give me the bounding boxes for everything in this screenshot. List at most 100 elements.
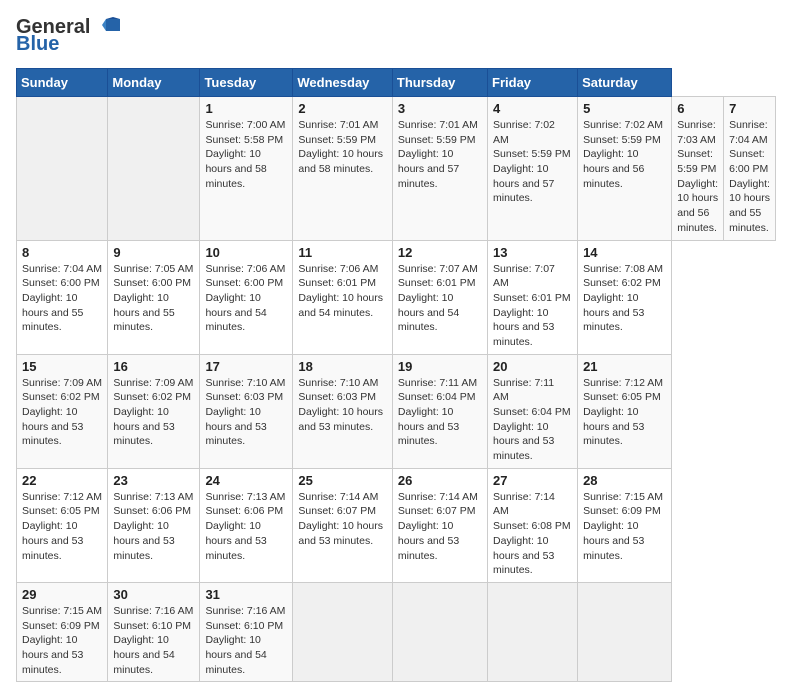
day-number: 31 xyxy=(205,587,287,602)
day-info: Sunrise: 7:02 AMSunset: 5:59 PMDaylight:… xyxy=(583,118,666,191)
calendar-cell: 24 Sunrise: 7:13 AMSunset: 6:06 PMDaylig… xyxy=(200,468,293,582)
day-info: Sunrise: 7:04 AMSunset: 6:00 PMDaylight:… xyxy=(22,262,102,335)
logo-blue: Blue xyxy=(16,33,59,56)
day-info: Sunrise: 7:15 AMSunset: 6:09 PMDaylight:… xyxy=(583,490,666,563)
day-info: Sunrise: 7:13 AMSunset: 6:06 PMDaylight:… xyxy=(205,490,287,563)
day-number: 14 xyxy=(583,245,666,260)
day-number: 22 xyxy=(22,473,102,488)
day-number: 6 xyxy=(677,101,718,116)
day-number: 4 xyxy=(493,101,572,116)
day-number: 27 xyxy=(493,473,572,488)
calendar-cell xyxy=(392,582,487,681)
calendar-cell xyxy=(578,582,672,681)
day-number: 5 xyxy=(583,101,666,116)
calendar-cell: 7 Sunrise: 7:04 AMSunset: 6:00 PMDayligh… xyxy=(724,97,776,241)
day-info: Sunrise: 7:12 AMSunset: 6:05 PMDaylight:… xyxy=(583,376,666,449)
day-number: 29 xyxy=(22,587,102,602)
logo-bird-icon xyxy=(92,17,120,39)
week-row: 15 Sunrise: 7:09 AMSunset: 6:02 PMDaylig… xyxy=(17,354,776,468)
calendar-cell: 3 Sunrise: 7:01 AMSunset: 5:59 PMDayligh… xyxy=(392,97,487,241)
day-info: Sunrise: 7:13 AMSunset: 6:06 PMDaylight:… xyxy=(113,490,194,563)
day-info: Sunrise: 7:15 AMSunset: 6:09 PMDaylight:… xyxy=(22,604,102,677)
day-info: Sunrise: 7:07 AMSunset: 6:01 PMDaylight:… xyxy=(493,262,572,350)
calendar-cell: 17 Sunrise: 7:10 AMSunset: 6:03 PMDaylig… xyxy=(200,354,293,468)
calendar-cell: 6 Sunrise: 7:03 AMSunset: 5:59 PMDayligh… xyxy=(672,97,724,241)
header: General Blue xyxy=(16,16,776,56)
calendar-cell: 28 Sunrise: 7:15 AMSunset: 6:09 PMDaylig… xyxy=(578,468,672,582)
empty-cell xyxy=(17,97,108,241)
empty-cell xyxy=(108,97,200,241)
header-cell-wednesday: Wednesday xyxy=(293,69,393,97)
calendar-table: SundayMondayTuesdayWednesdayThursdayFrid… xyxy=(16,68,776,682)
calendar-cell: 14 Sunrise: 7:08 AMSunset: 6:02 PMDaylig… xyxy=(578,240,672,354)
calendar-cell: 21 Sunrise: 7:12 AMSunset: 6:05 PMDaylig… xyxy=(578,354,672,468)
day-number: 16 xyxy=(113,359,194,374)
calendar-cell: 19 Sunrise: 7:11 AMSunset: 6:04 PMDaylig… xyxy=(392,354,487,468)
calendar-cell: 30 Sunrise: 7:16 AMSunset: 6:10 PMDaylig… xyxy=(108,582,200,681)
day-number: 28 xyxy=(583,473,666,488)
day-number: 2 xyxy=(298,101,387,116)
day-info: Sunrise: 7:14 AMSunset: 6:07 PMDaylight:… xyxy=(298,490,387,549)
header-cell-saturday: Saturday xyxy=(578,69,672,97)
calendar-body: 1 Sunrise: 7:00 AMSunset: 5:58 PMDayligh… xyxy=(17,97,776,682)
day-info: Sunrise: 7:00 AMSunset: 5:58 PMDaylight:… xyxy=(205,118,287,191)
day-info: Sunrise: 7:02 AMSunset: 5:59 PMDaylight:… xyxy=(493,118,572,206)
day-info: Sunrise: 7:01 AMSunset: 5:59 PMDaylight:… xyxy=(298,118,387,177)
page-container: General Blue SundayMondayTuesdayWednesda… xyxy=(16,16,776,682)
day-number: 17 xyxy=(205,359,287,374)
day-info: Sunrise: 7:10 AMSunset: 6:03 PMDaylight:… xyxy=(298,376,387,435)
calendar-cell: 1 Sunrise: 7:00 AMSunset: 5:58 PMDayligh… xyxy=(200,97,293,241)
day-number: 9 xyxy=(113,245,194,260)
logo: General Blue xyxy=(16,16,120,56)
day-info: Sunrise: 7:16 AMSunset: 6:10 PMDaylight:… xyxy=(113,604,194,677)
day-info: Sunrise: 7:11 AMSunset: 6:04 PMDaylight:… xyxy=(493,376,572,464)
day-number: 24 xyxy=(205,473,287,488)
day-info: Sunrise: 7:08 AMSunset: 6:02 PMDaylight:… xyxy=(583,262,666,335)
calendar-cell: 31 Sunrise: 7:16 AMSunset: 6:10 PMDaylig… xyxy=(200,582,293,681)
day-number: 3 xyxy=(398,101,482,116)
day-number: 25 xyxy=(298,473,387,488)
calendar-cell: 20 Sunrise: 7:11 AMSunset: 6:04 PMDaylig… xyxy=(488,354,578,468)
day-info: Sunrise: 7:12 AMSunset: 6:05 PMDaylight:… xyxy=(22,490,102,563)
calendar-cell: 13 Sunrise: 7:07 AMSunset: 6:01 PMDaylig… xyxy=(488,240,578,354)
day-number: 15 xyxy=(22,359,102,374)
day-info: Sunrise: 7:01 AMSunset: 5:59 PMDaylight:… xyxy=(398,118,482,191)
calendar-cell: 5 Sunrise: 7:02 AMSunset: 5:59 PMDayligh… xyxy=(578,97,672,241)
header-cell-monday: Monday xyxy=(108,69,200,97)
header-cell-sunday: Sunday xyxy=(17,69,108,97)
day-number: 26 xyxy=(398,473,482,488)
calendar-cell: 12 Sunrise: 7:07 AMSunset: 6:01 PMDaylig… xyxy=(392,240,487,354)
calendar-cell: 23 Sunrise: 7:13 AMSunset: 6:06 PMDaylig… xyxy=(108,468,200,582)
calendar-cell xyxy=(488,582,578,681)
calendar-cell: 22 Sunrise: 7:12 AMSunset: 6:05 PMDaylig… xyxy=(17,468,108,582)
week-row: 22 Sunrise: 7:12 AMSunset: 6:05 PMDaylig… xyxy=(17,468,776,582)
day-number: 30 xyxy=(113,587,194,602)
calendar-cell xyxy=(293,582,393,681)
day-number: 21 xyxy=(583,359,666,374)
header-row: SundayMondayTuesdayWednesdayThursdayFrid… xyxy=(17,69,776,97)
calendar-cell: 16 Sunrise: 7:09 AMSunset: 6:02 PMDaylig… xyxy=(108,354,200,468)
week-row: 29 Sunrise: 7:15 AMSunset: 6:09 PMDaylig… xyxy=(17,582,776,681)
calendar-cell: 4 Sunrise: 7:02 AMSunset: 5:59 PMDayligh… xyxy=(488,97,578,241)
header-cell-tuesday: Tuesday xyxy=(200,69,293,97)
day-number: 19 xyxy=(398,359,482,374)
calendar-cell: 9 Sunrise: 7:05 AMSunset: 6:00 PMDayligh… xyxy=(108,240,200,354)
day-number: 20 xyxy=(493,359,572,374)
calendar-cell: 27 Sunrise: 7:14 AMSunset: 6:08 PMDaylig… xyxy=(488,468,578,582)
calendar-cell: 26 Sunrise: 7:14 AMSunset: 6:07 PMDaylig… xyxy=(392,468,487,582)
day-info: Sunrise: 7:06 AMSunset: 6:01 PMDaylight:… xyxy=(298,262,387,321)
day-number: 13 xyxy=(493,245,572,260)
day-info: Sunrise: 7:05 AMSunset: 6:00 PMDaylight:… xyxy=(113,262,194,335)
day-info: Sunrise: 7:14 AMSunset: 6:07 PMDaylight:… xyxy=(398,490,482,563)
day-info: Sunrise: 7:10 AMSunset: 6:03 PMDaylight:… xyxy=(205,376,287,449)
day-info: Sunrise: 7:09 AMSunset: 6:02 PMDaylight:… xyxy=(113,376,194,449)
day-number: 23 xyxy=(113,473,194,488)
calendar-cell: 29 Sunrise: 7:15 AMSunset: 6:09 PMDaylig… xyxy=(17,582,108,681)
header-cell-thursday: Thursday xyxy=(392,69,487,97)
calendar-cell: 8 Sunrise: 7:04 AMSunset: 6:00 PMDayligh… xyxy=(17,240,108,354)
day-number: 1 xyxy=(205,101,287,116)
day-info: Sunrise: 7:06 AMSunset: 6:00 PMDaylight:… xyxy=(205,262,287,335)
calendar-cell: 18 Sunrise: 7:10 AMSunset: 6:03 PMDaylig… xyxy=(293,354,393,468)
day-info: Sunrise: 7:14 AMSunset: 6:08 PMDaylight:… xyxy=(493,490,572,578)
logo-text-block: General Blue xyxy=(16,16,120,56)
